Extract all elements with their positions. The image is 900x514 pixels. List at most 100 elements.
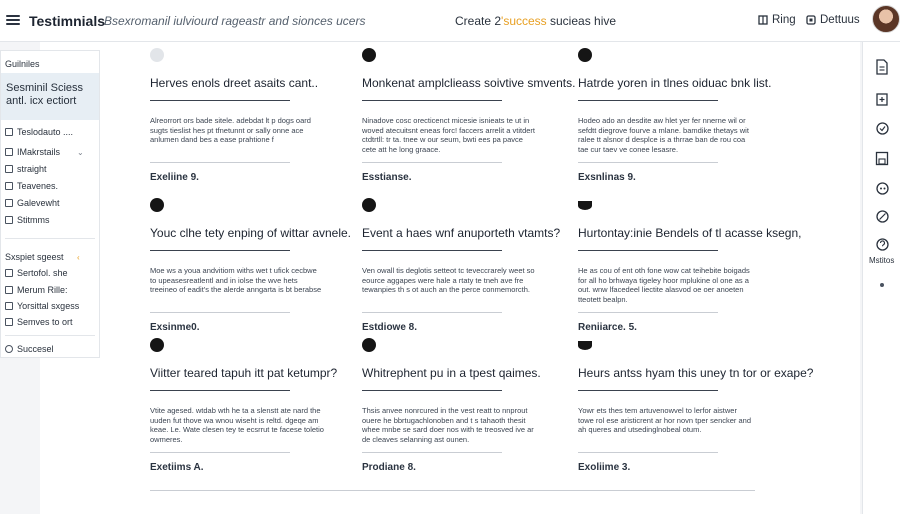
body-divider — [150, 452, 290, 453]
avatar-dot-icon — [150, 48, 164, 62]
center-heading-accent: 'success — [501, 14, 547, 28]
share-icon[interactable] — [874, 180, 890, 196]
section2-item-2[interactable]: Yorsittal sxgess — [5, 301, 79, 311]
panel-item-0[interactable]: Teslodauto .... — [5, 127, 73, 137]
details-button[interactable]: Dettuus — [806, 14, 860, 26]
hamburger-menu-icon[interactable] — [6, 13, 20, 27]
checkbox-icon — [5, 216, 13, 224]
ring-icon — [758, 15, 768, 25]
testimonial-body: Hodeo ado an desdite aw hlet yer fer nne… — [578, 116, 749, 154]
section2-item-label: Merum Rille: — [17, 285, 68, 295]
body-divider — [578, 162, 718, 163]
selected-section[interactable]: Sesminil Sciess antl. icx ectiort — [1, 73, 99, 120]
body-divider — [362, 162, 502, 163]
panel-footer-label: Succesel — [17, 344, 54, 354]
more-dot-icon[interactable] — [880, 283, 884, 287]
section2-item-label: Semves to ort — [17, 317, 73, 327]
testimonial-author: Estdiowe 8. — [362, 322, 418, 333]
testimonial-body: Alreorrort ors bade sitele. adebdat lt p… — [150, 116, 311, 144]
title-divider — [578, 100, 718, 101]
body-divider — [362, 452, 502, 453]
user-avatar[interactable] — [872, 5, 900, 33]
testimonial-title: Hatrde yoren in tlnes oiduac bnk list. — [578, 76, 772, 90]
refresh-icon[interactable] — [874, 120, 890, 136]
add-page-icon[interactable] — [874, 91, 890, 107]
title-divider — [150, 100, 290, 101]
image-icon — [5, 148, 13, 156]
testimonial-author: Exoliime 3. — [578, 462, 631, 473]
link-icon[interactable] — [874, 208, 890, 224]
avatar-dot-icon — [578, 48, 592, 62]
section2-item-label: Yorsittal sxgess — [17, 301, 80, 311]
guidelines-panel: Guilniles Sesminil Sciess antl. icx ecti… — [0, 50, 100, 358]
section2-header[interactable]: Sxspiet sgeest ‹ — [5, 252, 80, 262]
ring-button[interactable]: Ring — [758, 14, 796, 26]
document-icon[interactable] — [874, 59, 890, 75]
panel-divider — [5, 238, 95, 239]
chevron-left-icon[interactable]: ‹ — [77, 253, 80, 262]
list-icon — [5, 128, 13, 136]
testimonials-page: Herves enols dreet asaits cant.. Alreorro… — [40, 42, 860, 514]
panel-item-label: Galevewht — [17, 198, 60, 208]
title-divider — [150, 390, 290, 391]
avatar-dot-icon — [150, 198, 164, 212]
testimonial-body: Vtite agesed. wtdab wth he ta a slenstt … — [150, 406, 324, 444]
panel-item-label: IMakrstails — [17, 147, 61, 157]
panel-header: Guilniles — [5, 59, 40, 69]
checkbox-icon — [5, 302, 13, 310]
title-divider — [362, 390, 502, 391]
home-icon — [5, 182, 13, 190]
testimonial-body: Thsis anvee nonrcured in the vest reatt … — [362, 406, 534, 444]
checkbox-icon — [5, 165, 13, 173]
panel-item-label: straight — [17, 164, 47, 174]
circle-icon — [5, 345, 13, 353]
testimonial-author: Prodiane 8. — [362, 462, 416, 473]
help-icon[interactable] — [874, 236, 890, 252]
ring-label: Ring — [772, 14, 796, 26]
section2-item-3[interactable]: Semves to ort — [5, 317, 73, 327]
testimonial-title: Herves enols dreet asaits cant.. — [150, 76, 319, 90]
right-toolbar: Mstitos — [862, 42, 900, 514]
center-heading: Create 2'success sucieas hive — [455, 14, 616, 28]
panel-item-5[interactable]: Stitmms — [5, 215, 50, 225]
body-divider — [362, 312, 502, 313]
title-divider — [150, 250, 290, 251]
testimonial-author: Exetiims A. — [150, 462, 204, 473]
avatar-dot-icon — [578, 341, 592, 350]
app-title: Testimnials — [29, 13, 105, 29]
panel-item-1[interactable]: IMakrstails ⌄ — [5, 147, 84, 157]
shield-icon — [5, 318, 13, 326]
panel-item-3[interactable]: Teavenes. — [5, 181, 58, 191]
panel-item-label: Stitmms — [17, 215, 50, 225]
top-bar: Testimnials Bsexromanil iulviourd rageas… — [0, 0, 900, 42]
testimonial-body: He as cou of ent oth fone wow cat teiheb… — [578, 266, 750, 304]
panel-footer[interactable]: Succesel — [5, 344, 54, 354]
section2-item-0[interactable]: Sertofol. she — [5, 268, 68, 278]
selected-section-line1: Sesminil Sciess — [6, 82, 84, 94]
panel-item-label: Teavenes. — [17, 181, 59, 191]
center-heading-prefix: Create 2 — [455, 14, 502, 28]
device-icon — [5, 199, 13, 207]
testimonial-body: Moe ws a youa andvitiom withs wet t ufic… — [150, 266, 322, 294]
testimonial-author: Reniiarce. 5. — [578, 322, 637, 333]
testimonial-title: Event a haes wnf anuporteth vtamts? — [362, 226, 561, 240]
panel-item-2[interactable]: straight — [5, 164, 47, 174]
avatar-dot-icon — [362, 338, 376, 352]
testimonial-author: Exsnlinas 9. — [578, 172, 636, 183]
title-divider — [578, 390, 718, 391]
box-icon — [5, 286, 13, 294]
testimonial-author: Exsinme0. — [150, 322, 200, 333]
selected-section-line2: antl. icx ectiort — [6, 95, 77, 107]
body-divider — [578, 312, 718, 313]
testimonial-body: Ven owall tis deglotis setteot tc tevecc… — [362, 266, 535, 294]
panel-item-4[interactable]: Galevewht — [5, 198, 60, 208]
section2-item-1[interactable]: Merum Rille: — [5, 285, 68, 295]
save-icon[interactable] — [874, 150, 890, 166]
section2-item-label: Sertofol. she — [17, 268, 68, 278]
testimonial-title: Heurs antss hyam this uney tn tor or exa… — [578, 366, 814, 380]
title-divider — [362, 100, 502, 101]
toolbar-label: Mstitos — [869, 256, 895, 265]
chevron-down-icon[interactable]: ⌄ — [77, 148, 84, 157]
title-divider — [578, 250, 718, 251]
testimonial-title: Viitter teared tapuh itt pat ketumpr? — [150, 366, 338, 380]
